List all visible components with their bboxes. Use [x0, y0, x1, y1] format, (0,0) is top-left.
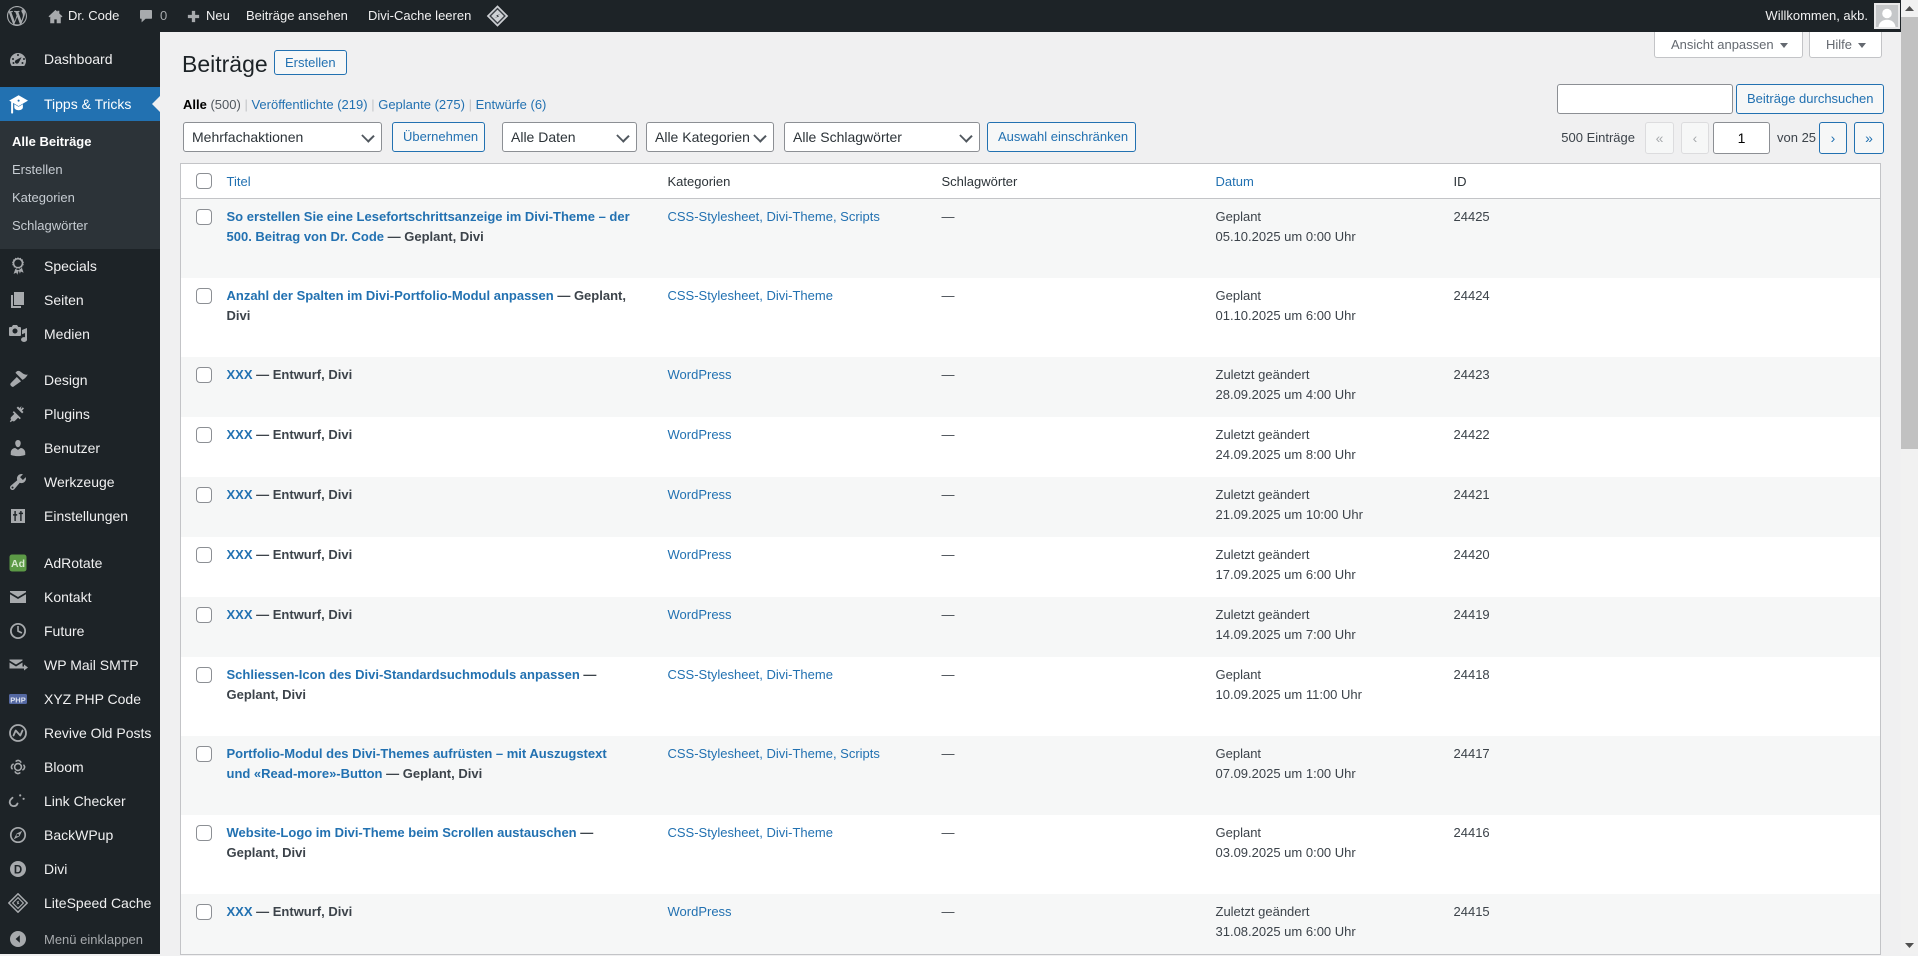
- svg-text:Ad: Ad: [11, 558, 25, 570]
- svg-text:D: D: [14, 864, 22, 876]
- svg-text:PHP: PHP: [10, 695, 25, 704]
